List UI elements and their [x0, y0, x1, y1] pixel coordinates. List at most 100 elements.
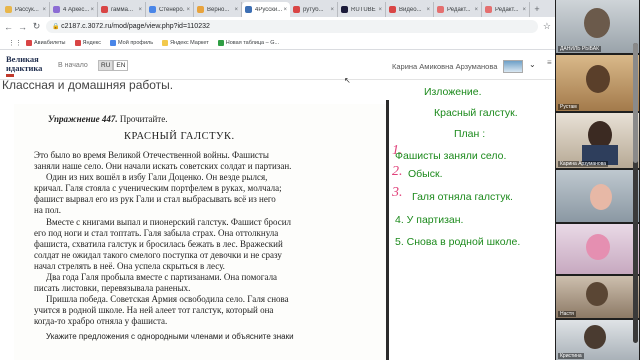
participant-video-tile[interactable] — [556, 170, 639, 222]
browser-tab[interactable]: Редакт... × — [482, 2, 530, 17]
tab-close-icon[interactable]: × — [186, 7, 190, 13]
participant-name: Рустам — [558, 104, 579, 110]
notes-panel: Изложение. Красный галстук. План : 1. Фа… — [392, 80, 555, 360]
tab-favicon-icon — [149, 6, 156, 13]
bookmark-star-icon[interactable]: ☆ — [543, 21, 551, 32]
reload-icon[interactable]: ↻ — [32, 21, 41, 32]
browser-tab[interactable]: 4Русски... × — [242, 2, 290, 17]
participant-name: Настя — [558, 311, 576, 317]
bookmark-label: Авиабилеты — [34, 39, 66, 46]
story-line: Укажите предложения с однородными членам… — [46, 331, 294, 341]
tab-close-icon[interactable]: × — [234, 7, 238, 13]
lang-en-button[interactable]: EN — [113, 60, 129, 71]
participant-video-tile[interactable]: Карина Арзуманова — [556, 113, 639, 168]
apps-icon[interactable]: ⋮⋮ — [8, 39, 22, 47]
textbook-page: Упражнение 447. Прочитайте. КРАСНЫЙ ГАЛС… — [14, 104, 388, 360]
bookmark-item[interactable]: Мой профиль — [110, 39, 153, 46]
story-line: начал стрелять в неё. Она успела скрытьс… — [34, 260, 225, 271]
story-line: Это было во время Великой Отечественной … — [34, 150, 269, 160]
plan-item: 5. Снова в родной школе. — [395, 236, 521, 248]
browser-tab-strip: Рассук... × 4 Аркес... × гамма... × Стенеро...… — [0, 0, 555, 17]
exercise-task: Прочитайте. — [119, 114, 168, 124]
url-text: c2187.c.3072.ru/mod/page/view.php?id=110… — [61, 23, 210, 30]
browser-tab[interactable]: рутуб... × — [290, 2, 338, 17]
bookmark-label: Яндекс Маркет — [170, 39, 209, 46]
site-logo[interactable]: Великая идактика — [6, 55, 50, 77]
bookmark-label: Яндекс — [82, 39, 102, 46]
story-line: Два года Галя пробыла вместе с партизана… — [46, 272, 278, 283]
bookmark-label: Новая таблица – G... — [225, 39, 280, 46]
browser-tab[interactable]: Редакт... × — [434, 2, 482, 17]
logo-accent-bar — [6, 74, 14, 77]
browser-tab[interactable]: Стенеро... × — [146, 2, 194, 17]
tab-favicon-icon — [53, 6, 60, 13]
lock-icon: 🔒 — [52, 24, 62, 30]
user-name[interactable]: Карина Амиковна Арзуманова — [392, 62, 497, 71]
bookmark-item[interactable]: Авиабилеты — [26, 39, 66, 46]
tab-close-icon[interactable]: × — [426, 7, 430, 13]
bookmark-favicon-icon — [110, 39, 117, 46]
new-tab-button[interactable]: + — [530, 2, 544, 17]
browser-tab[interactable]: Рассук... × — [2, 2, 50, 17]
browser-tab[interactable]: Верно... × — [194, 2, 242, 17]
video-scroll-thumb[interactable] — [633, 43, 638, 163]
participant-silhouette — [590, 184, 612, 210]
lang-ru-button[interactable]: RU — [98, 60, 114, 71]
handwritten-number: 3. — [392, 185, 403, 200]
tab-favicon-icon — [197, 6, 204, 13]
forward-icon[interactable]: → — [18, 22, 27, 32]
participant-silhouette — [586, 282, 608, 306]
tab-title: RUTUBE — [351, 6, 376, 13]
bookmark-item[interactable]: Новая таблица – G... — [217, 39, 280, 46]
tab-close-icon[interactable]: × — [378, 7, 382, 13]
story-line: когда-то храбро отняла у фашиста. — [34, 316, 168, 327]
mouse-cursor-icon: ↖ — [344, 76, 351, 85]
bookmark-item[interactable]: Яндекс Маркет — [162, 39, 209, 46]
browser-tab[interactable]: RUTUBE × — [338, 2, 386, 17]
tab-title: Рассук... — [15, 6, 39, 13]
participant-silhouette — [584, 325, 606, 349]
participant-video-tile[interactable] — [556, 224, 639, 274]
home-link[interactable]: В начало — [58, 62, 88, 69]
participant-video-tile[interactable]: Рустам — [556, 55, 639, 111]
tab-title: 4 Аркес... — [63, 6, 90, 13]
bookmark-favicon-icon — [217, 39, 224, 46]
tab-title: Редакт... — [447, 6, 471, 13]
chevron-down-icon[interactable]: ⌄ — [529, 60, 536, 69]
notes-subtitle: Красный галстук. — [434, 107, 518, 119]
url-field[interactable]: 🔒 c2187.c.3072.ru/mod/page/view.php?id=1… — [46, 20, 538, 33]
story-title: КРАСНЫЙ ГАЛСТУК. — [124, 131, 235, 142]
story-line: Пришла победа. Советская Армия освободил… — [46, 294, 289, 305]
participant-video-tile[interactable]: Кристина — [556, 320, 639, 360]
tab-title: гамма... — [111, 6, 133, 13]
bookmark-favicon-icon — [26, 39, 32, 46]
exercise-heading: Упражнение 447. Прочитайте. — [48, 114, 167, 124]
tab-favicon-icon — [101, 6, 108, 13]
tab-favicon-icon — [293, 6, 300, 13]
tab-close-icon[interactable]: × — [283, 7, 287, 13]
back-icon[interactable]: ← — [4, 22, 13, 32]
participant-video-tile[interactable]: ДАНИЛЬ РЫБАК — [556, 0, 639, 53]
tab-close-icon[interactable]: × — [330, 7, 334, 13]
participant-name: Кристина — [558, 353, 584, 359]
bookmark-item[interactable]: Яндекс — [74, 39, 102, 46]
plan-item: 4. У партизан. — [395, 214, 464, 226]
tab-close-icon[interactable]: × — [42, 7, 46, 13]
story-line: его под ноги и стал топтать. Галя забыла… — [34, 227, 279, 238]
avatar[interactable] — [503, 60, 523, 73]
exercise-label: Упражнение 447. — [48, 114, 118, 124]
tab-close-icon[interactable]: × — [90, 7, 94, 13]
participant-video-tile[interactable]: Настя — [556, 276, 639, 318]
tab-title: Стенеро... — [159, 6, 186, 13]
menu-icon[interactable]: ≡ — [547, 58, 552, 67]
address-bar-row: ← → ↻ 🔒 c2187.c.3072.ru/mod/page/view.ph… — [0, 17, 555, 36]
browser-tab[interactable]: Видео... × — [386, 2, 434, 17]
tab-favicon-icon — [245, 6, 252, 13]
tab-close-icon[interactable]: × — [522, 7, 526, 13]
story-line: солдат не ожидал такого смелого поступка… — [34, 249, 282, 260]
browser-tab[interactable]: 4 Аркес... × — [50, 2, 98, 17]
tab-close-icon[interactable]: × — [138, 7, 142, 13]
story-line: писать листовки, перевязывала раненых. — [34, 283, 191, 294]
browser-tab[interactable]: гамма... × — [98, 2, 146, 17]
tab-close-icon[interactable]: × — [474, 7, 478, 13]
